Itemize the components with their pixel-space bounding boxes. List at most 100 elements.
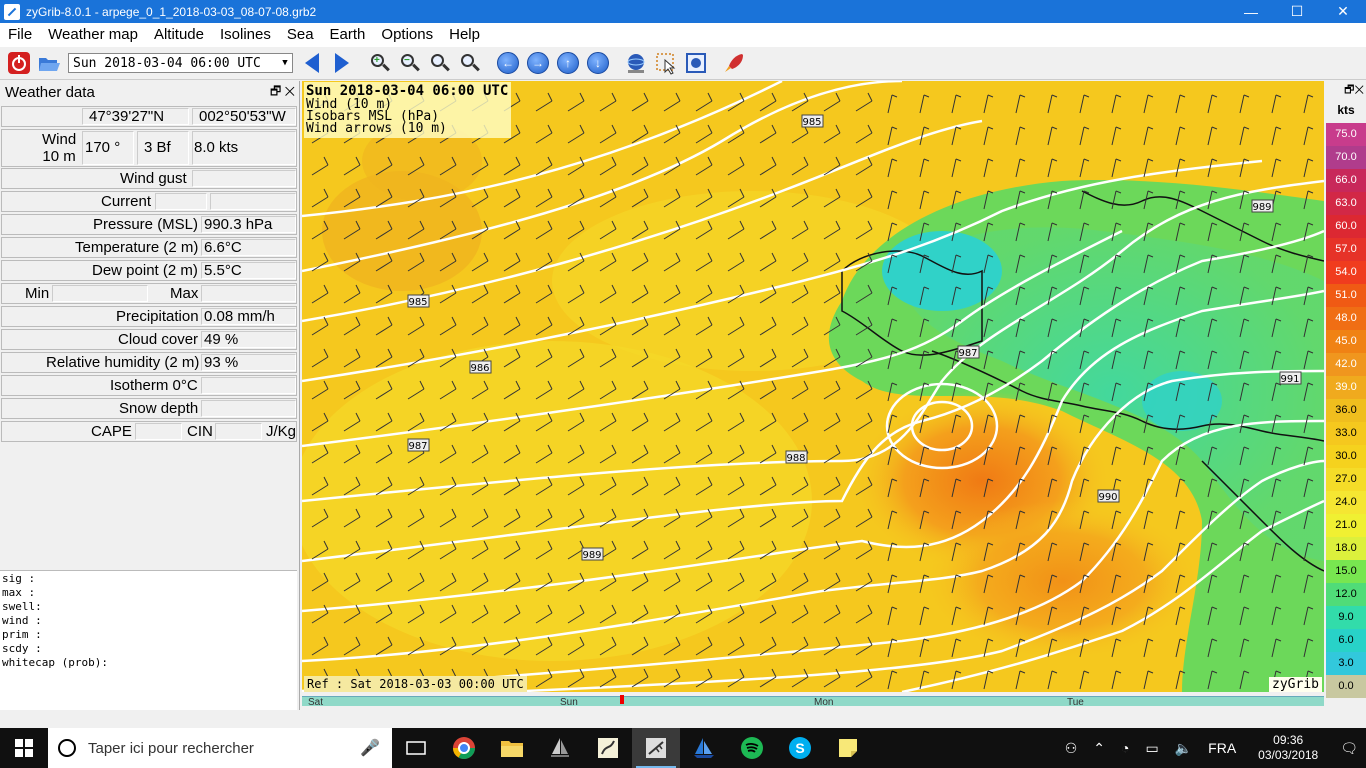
legend-swatch: 0.0 [1326,675,1366,698]
menu-weather-map[interactable]: Weather map [40,23,146,47]
zoom-reset-button[interactable] [456,49,484,77]
zoom-selection-button[interactable] [426,49,454,77]
circle-arrow-down-icon: ↓ [587,52,609,74]
circle-arrow-right-icon: → [527,52,549,74]
float-legend-icon[interactable]: 🗗 [1344,84,1354,96]
next-date-button[interactable] [328,49,356,77]
isobar-label: 987 [958,348,977,359]
snow-depth-row: Snow depth [1,398,297,419]
humidity-label: Relative humidity (2 m) [46,354,200,371]
quit-button[interactable] [5,49,33,77]
timeline-track[interactable] [302,696,1324,706]
folder-icon [501,741,523,757]
legend-swatch: 15.0 [1326,560,1366,583]
pan-right-button[interactable]: → [524,49,552,77]
language-indicator[interactable]: FRA [1208,740,1236,756]
wind-height-label: 10 m [42,148,76,165]
legend-unit: kts [1337,103,1355,117]
maximize-button[interactable]: ☐ [1274,0,1320,23]
humidity-row: Relative humidity (2 m) 93 % [1,352,297,373]
pressure-label: Pressure (MSL) [93,216,199,233]
windows-logo-icon [15,739,33,757]
min-label: Min [25,285,50,302]
forecast-date-select[interactable]: Sun 2018-03-04 06:00 UTC ▼ [68,53,293,73]
dew-point-label: Dew point (2 m) [92,262,198,279]
menu-file[interactable]: File [0,23,40,47]
skype-icon: S [789,737,811,759]
chrome-taskbar-button[interactable] [440,728,488,768]
volume-icon[interactable]: 🔈 [1175,740,1192,757]
people-icon[interactable]: ⚇ [1065,740,1078,757]
zoom-out-button[interactable]: − [396,49,424,77]
clock-time: 09:36 [1273,733,1304,747]
notification-icon[interactable]: 🗨 [1340,740,1358,757]
microphone-icon[interactable]: 🎤 [360,738,380,758]
circle-arrow-up-icon: ↑ [557,52,579,74]
color-legend: 🗗✕ kts 75.0 70.0 66.0 63.0 60.0 57.0 54.0 51.0 4… [1326,81,1366,710]
clock[interactable]: 09:36 03/03/2018 [1258,733,1318,763]
wave-wind-line: wind : [2,614,42,627]
sailing-app-taskbar-button[interactable] [536,728,584,768]
chevron-up-icon[interactable]: ⌃ [1093,740,1105,757]
isobar-label: 985 [408,297,427,308]
snow-depth-label: Snow depth [119,400,199,417]
pan-down-button[interactable]: ↓ [584,49,612,77]
zoom-in-button[interactable]: + [366,49,394,77]
navigation-app-taskbar-button[interactable] [680,728,728,768]
timeline-current-marker[interactable] [620,695,624,704]
meteotable-button[interactable] [682,49,710,77]
menu-earth[interactable]: Earth [322,23,374,47]
weather-data-panel: Weather data 🗗 ✕ 47°39'27"N 002°50'53"W … [0,81,300,710]
zygrib-app-icon [4,3,20,20]
select-zone-button[interactable] [652,49,680,77]
menu-options[interactable]: Options [373,23,441,47]
pan-left-button[interactable]: ← [494,49,522,77]
menu-altitude[interactable]: Altitude [146,23,212,47]
timeline-day-sun: Sun [560,697,578,708]
battery-icon[interactable]: ▭ [1145,740,1158,757]
previous-date-button[interactable] [298,49,326,77]
start-button[interactable] [0,728,48,768]
paint-app-taskbar-button[interactable] [584,728,632,768]
timeline-slider[interactable]: Sat Sun Mon Tue [302,692,1324,710]
isobar-label: 988 [786,453,805,464]
wind-direction-value: 170 ° [85,139,121,156]
menu-help[interactable]: Help [441,23,488,47]
zoom-out-icon: − [400,53,420,73]
close-button[interactable]: ✕ [1320,0,1366,23]
legend-swatch: 24.0 [1326,491,1366,514]
taskbar-search-box[interactable]: Taper ici pour rechercher 🎤 [48,728,392,768]
blue-sailboat-icon [694,738,714,758]
open-file-button[interactable] [35,49,63,77]
folder-open-icon [39,58,60,71]
reference-date-label: Ref : Sat 2018-03-03 00:00 UTC [304,676,527,692]
task-view-button[interactable] [392,728,440,768]
isobar-label: 989 [1252,202,1271,213]
float-panel-icon[interactable]: 🗗 [270,84,281,98]
menu-bar: File Weather map Altitude Isolines Sea E… [0,23,1366,47]
zygrib-taskbar-button[interactable] [632,728,680,768]
sticky-notes-taskbar-button[interactable] [824,728,872,768]
task-view-icon [406,741,426,755]
cin-label: CIN [187,423,213,440]
spotify-taskbar-button[interactable] [728,728,776,768]
menu-sea[interactable]: Sea [279,23,322,47]
temperature-row: Temperature (2 m) 6.6°C [1,237,297,258]
skype-taskbar-button[interactable]: S [776,728,824,768]
legend-swatch: 48.0 [1326,307,1366,330]
legend-swatch: 39.0 [1326,376,1366,399]
minimize-button[interactable]: — [1228,0,1274,23]
download-world-button[interactable] [622,49,650,77]
cloud-cover-row: Cloud cover 49 % [1,329,297,350]
weather-map[interactable]: 985 989 985 987 986 991 987 988 990 989 Sun 2018-… [302,81,1324,692]
map-canvas[interactable]: 985 989 985 987 986 991 987 988 990 989 [302,81,1324,692]
wifi-icon[interactable]: ◔ [1121,740,1129,756]
launch-button[interactable] [720,49,748,77]
close-panel-icon[interactable]: ✕ [285,84,295,98]
pan-up-button[interactable]: ↑ [554,49,582,77]
close-legend-icon[interactable]: ✕ [1354,84,1364,96]
explorer-taskbar-button[interactable] [488,728,536,768]
panel-title: Weather data [5,83,95,101]
wave-sig-line: sig : [2,572,36,585]
menu-isolines[interactable]: Isolines [212,23,279,47]
